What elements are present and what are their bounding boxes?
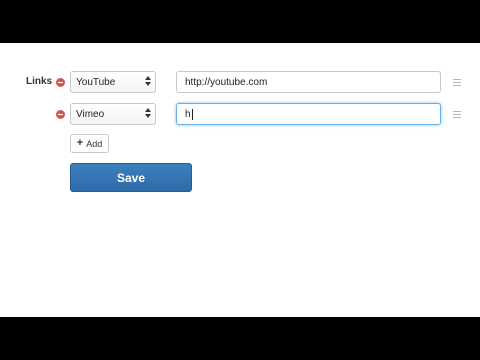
url-input-row-1[interactable]: http://youtube.com [176, 71, 441, 93]
select-caret-icon [145, 108, 151, 118]
drag-handle-row-1-icon[interactable] [453, 79, 461, 86]
add-link-button[interactable]: + Add [70, 134, 109, 153]
save-button-label: Save [116, 170, 146, 185]
links-label: Links [26, 76, 53, 87]
text-cursor [191, 108, 193, 120]
service-select-value: YouTube [76, 76, 116, 88]
remove-row-1-icon[interactable] [56, 78, 65, 87]
service-select-value: Vimeo [76, 108, 105, 120]
url-input-value: h [185, 108, 191, 120]
select-caret-icon [145, 76, 151, 86]
add-link-label: Add [86, 138, 103, 149]
drag-handle-row-2-icon[interactable] [453, 111, 461, 118]
remove-row-2-icon[interactable] [56, 110, 65, 119]
url-input-row-2[interactable]: h [176, 103, 441, 125]
service-select-row-1[interactable]: YouTube [70, 71, 156, 93]
service-select-row-2[interactable]: Vimeo [70, 103, 156, 125]
url-input-value: http://youtube.com [185, 76, 268, 88]
save-button[interactable]: Save [70, 163, 192, 192]
plus-icon: + [76, 137, 84, 149]
